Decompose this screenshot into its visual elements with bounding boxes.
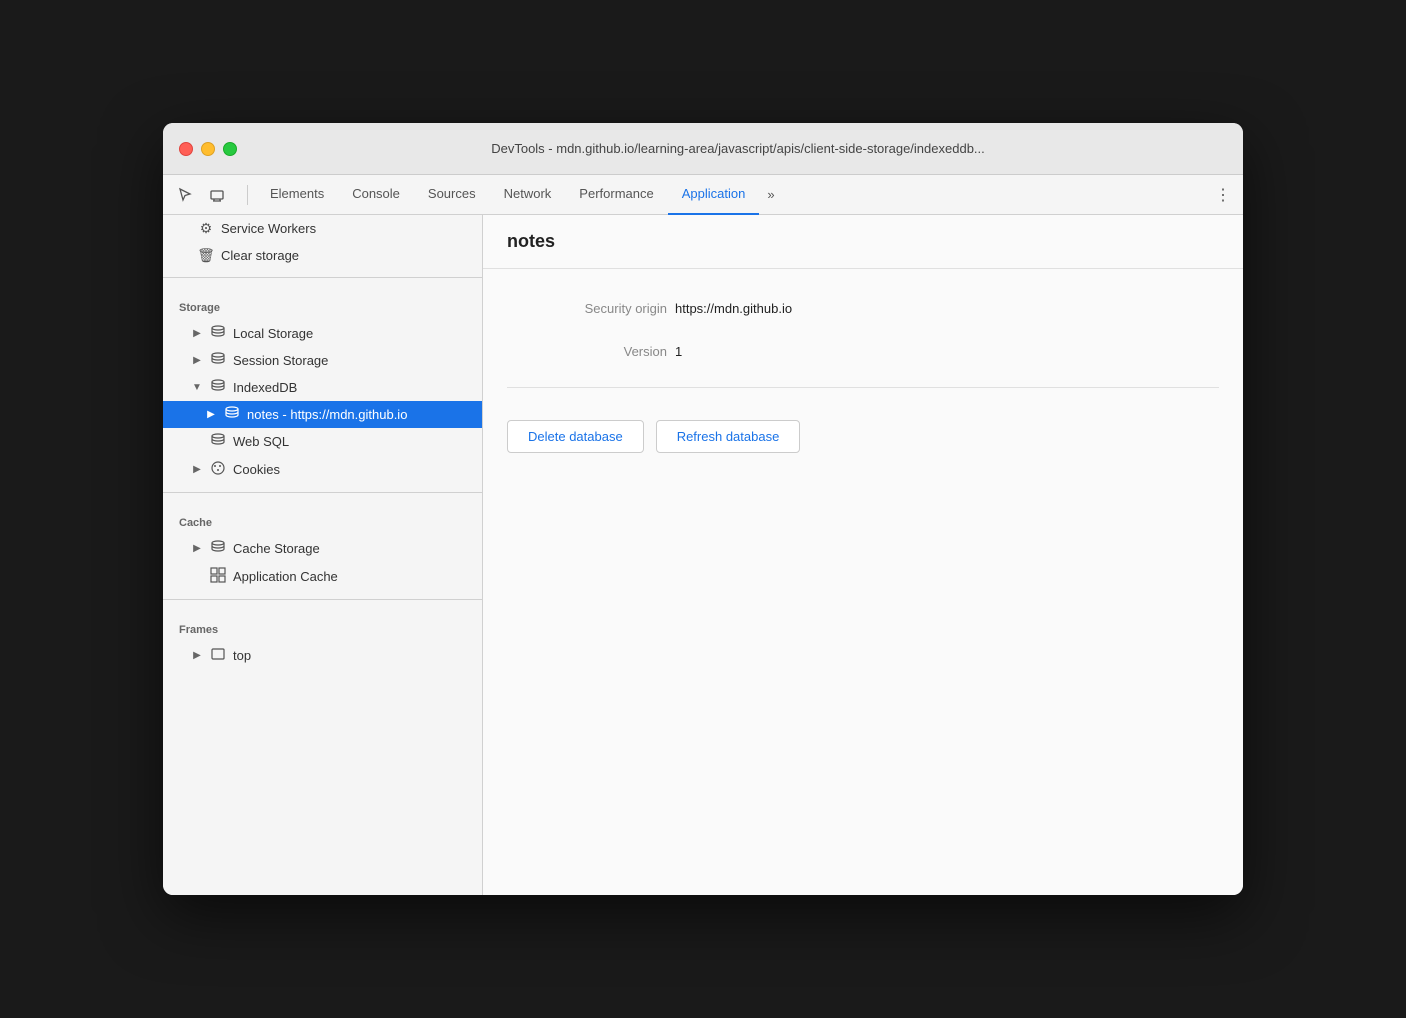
sidebar-item-local-storage[interactable]: ▶ Local Storage: [163, 320, 482, 347]
local-storage-icon: [209, 325, 227, 342]
traffic-lights: [179, 142, 237, 156]
toolbar: Elements Console Sources Network Perform…: [163, 175, 1243, 215]
service-workers-label: Service Workers: [221, 221, 316, 236]
version-value: 1: [675, 344, 682, 359]
notes-db-label: notes - https://mdn.github.io: [247, 407, 407, 422]
app-cache-icon: [209, 567, 227, 586]
arrow-notes-db: ▶: [205, 409, 217, 420]
sidebar: ⚙ Service Workers 🗑 Clear storage Storag…: [163, 215, 483, 895]
arrow-cookies: ▶: [191, 464, 203, 475]
arrow-cache-storage: ▶: [191, 543, 203, 554]
cache-storage-label: Cache Storage: [233, 541, 320, 556]
toolbar-divider: [247, 185, 248, 205]
session-storage-label: Session Storage: [233, 353, 328, 368]
sidebar-item-indexed-db[interactable]: ▼ IndexedDB: [163, 374, 482, 401]
device-icon[interactable]: [203, 181, 231, 209]
maximize-button[interactable]: [223, 142, 237, 156]
version-row: Version 1: [507, 344, 1219, 359]
sidebar-item-app-cache[interactable]: Application Cache: [163, 562, 482, 591]
tab-network[interactable]: Network: [490, 175, 566, 215]
sidebar-item-top-frame[interactable]: ▶ top: [163, 642, 482, 668]
service-workers-icon: ⚙: [197, 220, 215, 237]
tab-application[interactable]: Application: [668, 175, 760, 215]
cache-section-label: Cache: [163, 501, 482, 535]
sidebar-divider-2: [163, 492, 482, 493]
version-label: Version: [507, 344, 667, 359]
sidebar-item-cookies[interactable]: ▶ Cookies: [163, 455, 482, 484]
sidebar-item-clear-storage[interactable]: 🗑 Clear storage: [163, 242, 482, 269]
indexed-db-label: IndexedDB: [233, 380, 297, 395]
arrow-indexed-db: ▼: [191, 382, 203, 393]
arrow-local-storage: ▶: [191, 328, 203, 339]
detail-panel: notes Security origin https://mdn.github…: [483, 215, 1243, 895]
tabs: Elements Console Sources Network Perform…: [256, 175, 1207, 215]
web-sql-icon: [209, 433, 227, 450]
devtools-window: DevTools - mdn.github.io/learning-area/j…: [163, 123, 1243, 895]
tab-menu-icon[interactable]: ⋮: [1211, 183, 1235, 207]
sidebar-divider-1: [163, 277, 482, 278]
window-title: DevTools - mdn.github.io/learning-area/j…: [249, 141, 1227, 156]
app-cache-label: Application Cache: [233, 569, 338, 584]
cookies-icon: [209, 460, 227, 479]
frames-section-label: Frames: [163, 608, 482, 642]
local-storage-label: Local Storage: [233, 326, 313, 341]
security-origin-value: https://mdn.github.io: [675, 301, 792, 316]
tab-more-button[interactable]: »: [759, 181, 782, 208]
session-storage-icon: [209, 352, 227, 369]
security-origin-row: Security origin https://mdn.github.io: [507, 301, 1219, 316]
notes-db-icon: [223, 406, 241, 423]
cookies-label: Cookies: [233, 462, 280, 477]
toolbar-icons: [171, 181, 231, 209]
security-origin-label: Security origin: [507, 301, 667, 316]
sidebar-item-service-workers[interactable]: ⚙ Service Workers: [163, 215, 482, 242]
detail-title: notes: [507, 231, 555, 251]
sidebar-item-web-sql[interactable]: Web SQL: [163, 428, 482, 455]
minimize-button[interactable]: [201, 142, 215, 156]
detail-header: notes: [483, 215, 1243, 269]
main-content: ⚙ Service Workers 🗑 Clear storage Storag…: [163, 215, 1243, 895]
detail-body: Security origin https://mdn.github.io Ve…: [483, 269, 1243, 509]
sidebar-item-cache-storage[interactable]: ▶ Cache Storage: [163, 535, 482, 562]
indexed-db-icon: [209, 379, 227, 396]
detail-divider: [507, 387, 1219, 388]
delete-database-button[interactable]: Delete database: [507, 420, 644, 453]
close-button[interactable]: [179, 142, 193, 156]
sidebar-divider-3: [163, 599, 482, 600]
tab-elements[interactable]: Elements: [256, 175, 338, 215]
tab-console[interactable]: Console: [338, 175, 414, 215]
tab-sources[interactable]: Sources: [414, 175, 490, 215]
arrow-top-frame: ▶: [191, 650, 203, 661]
action-buttons: Delete database Refresh database: [507, 420, 1219, 477]
inspect-icon[interactable]: [171, 181, 199, 209]
arrow-session-storage: ▶: [191, 355, 203, 366]
titlebar: DevTools - mdn.github.io/learning-area/j…: [163, 123, 1243, 175]
storage-section-label: Storage: [163, 286, 482, 320]
tab-performance[interactable]: Performance: [565, 175, 667, 215]
top-frame-icon: [209, 647, 227, 663]
web-sql-label: Web SQL: [233, 434, 289, 449]
cache-storage-icon: [209, 540, 227, 557]
top-frame-label: top: [233, 648, 251, 663]
sidebar-item-notes-db[interactable]: ▶ notes - https://mdn.github.io: [163, 401, 482, 428]
clear-storage-label: Clear storage: [221, 248, 299, 263]
clear-storage-icon: 🗑: [197, 247, 215, 264]
sidebar-item-session-storage[interactable]: ▶ Session Storage: [163, 347, 482, 374]
refresh-database-button[interactable]: Refresh database: [656, 420, 801, 453]
